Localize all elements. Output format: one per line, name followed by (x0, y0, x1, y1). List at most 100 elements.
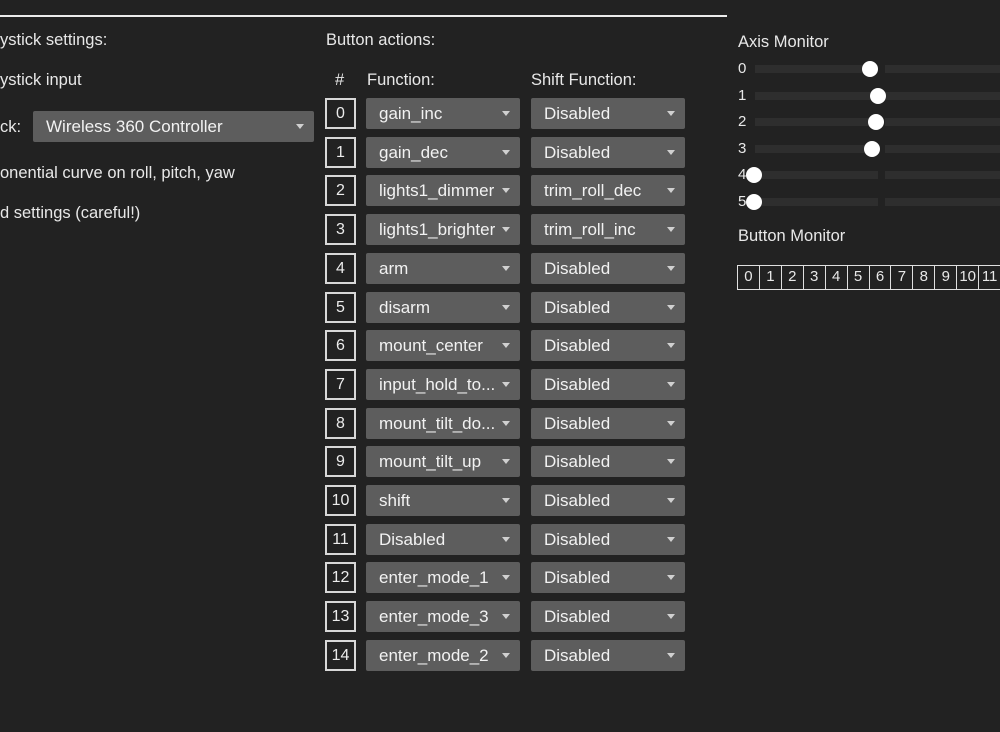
joystick-select[interactable]: Wireless 360 Controller (33, 111, 314, 142)
function-select-value: gain_dec (379, 142, 449, 162)
shift-function-select[interactable]: Disabled (531, 136, 685, 168)
joystick-select-value: Wireless 360 Controller (46, 117, 223, 136)
button-monitor-cell: 9 (935, 266, 958, 289)
axis-track (885, 171, 1000, 180)
button-monitor-cell: 1 (760, 266, 782, 289)
shift-function-select-value: trim_roll_inc (544, 220, 636, 240)
function-select-value: Disabled (379, 529, 446, 549)
shift-function-select[interactable]: Disabled (531, 601, 685, 633)
expo-curve-label[interactable]: onential curve on roll, pitch, yaw (0, 164, 235, 183)
chevron-down-icon (502, 149, 510, 155)
chevron-down-icon (296, 124, 304, 129)
function-select[interactable]: gain_dec (366, 136, 520, 168)
button-monitor-cell: 4 (826, 266, 848, 289)
chevron-down-icon (502, 459, 510, 465)
chevron-down-icon (667, 575, 675, 581)
button-monitor-cell: 8 (913, 266, 936, 289)
shift-function-select-value: Disabled (544, 607, 611, 627)
function-select-value: enter_mode_1 (379, 568, 489, 588)
function-select[interactable]: mount_tilt_up (366, 446, 520, 478)
chevron-down-icon (502, 343, 510, 349)
shift-function-select-value: Disabled (544, 374, 611, 394)
button-index: 6 (325, 330, 356, 362)
shift-function-select[interactable]: trim_roll_inc (531, 214, 685, 246)
chevron-down-icon (667, 459, 675, 465)
chevron-down-icon (502, 304, 510, 310)
axis-track (755, 144, 878, 153)
advanced-settings-label[interactable]: d settings (careful!) (0, 204, 140, 223)
shift-function-select[interactable]: Disabled (531, 407, 685, 439)
function-select-value: arm (379, 258, 409, 278)
joystick-settings-heading: ystick settings: (0, 31, 108, 49)
shift-function-select[interactable]: Disabled (531, 368, 685, 400)
column-shift-header: Shift Function: (531, 71, 637, 89)
joystick-input-label[interactable]: ystick input (0, 71, 82, 90)
function-select[interactable]: input_hold_to... (366, 368, 520, 400)
joystick-field-label: ck: (0, 118, 22, 136)
button-monitor-cell: 11 (979, 266, 1000, 289)
axis-track (755, 198, 878, 206)
function-select[interactable]: gain_inc (366, 98, 520, 129)
button-index: 11 (325, 523, 356, 555)
chevron-down-icon (502, 265, 510, 271)
axis-monitor-heading: Axis Monitor (738, 33, 829, 51)
shift-function-select[interactable]: Disabled (531, 98, 685, 129)
function-select[interactable]: Disabled (366, 523, 520, 555)
function-select-value: lights1_brighter (379, 220, 496, 240)
axis-track (885, 198, 1000, 206)
function-select-value: shift (379, 491, 411, 510)
function-select[interactable]: mount_tilt_do... (366, 407, 520, 439)
column-function-header: Function: (367, 71, 435, 89)
axis-label: 1 (738, 86, 747, 104)
shift-function-select[interactable]: Disabled (531, 330, 685, 362)
axis-slider-knob (864, 140, 881, 157)
button-index: 10 (325, 485, 356, 516)
chevron-down-icon (667, 188, 675, 194)
function-select-value: lights1_dimmer (379, 181, 495, 201)
button-monitor-cell: 0 (738, 266, 760, 289)
chevron-down-icon (667, 227, 675, 233)
chevron-down-icon (502, 111, 510, 116)
function-select[interactable]: enter_mode_2 (366, 639, 520, 671)
shift-function-select-value: Disabled (544, 645, 611, 665)
function-select-value: mount_tilt_up (379, 452, 482, 472)
button-monitor: 0 1 2 3 4 5 6 7 8 9 10 11 (737, 265, 1000, 290)
shift-function-select[interactable]: Disabled (531, 639, 685, 671)
chevron-down-icon (667, 614, 675, 620)
axis-track (755, 91, 878, 100)
chevron-down-icon (667, 381, 675, 387)
function-select[interactable]: mount_center (366, 330, 520, 362)
chevron-down-icon (667, 265, 675, 271)
shift-function-select[interactable]: Disabled (531, 485, 685, 516)
button-monitor-cell: 3 (804, 266, 826, 289)
axis-label: 3 (738, 139, 747, 157)
axis-slider-knob (867, 114, 884, 131)
axis-track (885, 65, 1000, 73)
button-actions-heading: Button actions: (326, 31, 436, 49)
axis-track (755, 171, 878, 180)
button-monitor-cell: 5 (848, 266, 870, 289)
button-index: 7 (325, 368, 356, 400)
function-select[interactable]: lights1_brighter (366, 214, 520, 246)
function-select[interactable]: shift (366, 485, 520, 516)
shift-function-select-value: Disabled (544, 568, 611, 588)
function-select-value: mount_center (379, 336, 483, 356)
chevron-down-icon (502, 575, 510, 581)
chevron-down-icon (667, 536, 675, 542)
shift-function-select[interactable]: Disabled (531, 252, 685, 284)
button-index: 12 (325, 562, 356, 594)
shift-function-select[interactable]: Disabled (531, 446, 685, 478)
function-select[interactable]: enter_mode_1 (366, 562, 520, 594)
column-index-header: # (335, 71, 345, 89)
function-select[interactable]: arm (366, 252, 520, 284)
shift-function-select[interactable]: trim_roll_dec (531, 175, 685, 207)
axis-track (755, 118, 878, 127)
shift-function-select[interactable]: Disabled (531, 523, 685, 555)
shift-function-select[interactable]: Disabled (531, 291, 685, 323)
function-select-value: mount_tilt_do... (379, 413, 496, 433)
function-select[interactable]: lights1_dimmer (366, 175, 520, 207)
shift-function-select[interactable]: Disabled (531, 562, 685, 594)
function-select[interactable]: enter_mode_3 (366, 601, 520, 633)
function-select[interactable]: disarm (366, 291, 520, 323)
axis-slider-knob (746, 167, 762, 184)
